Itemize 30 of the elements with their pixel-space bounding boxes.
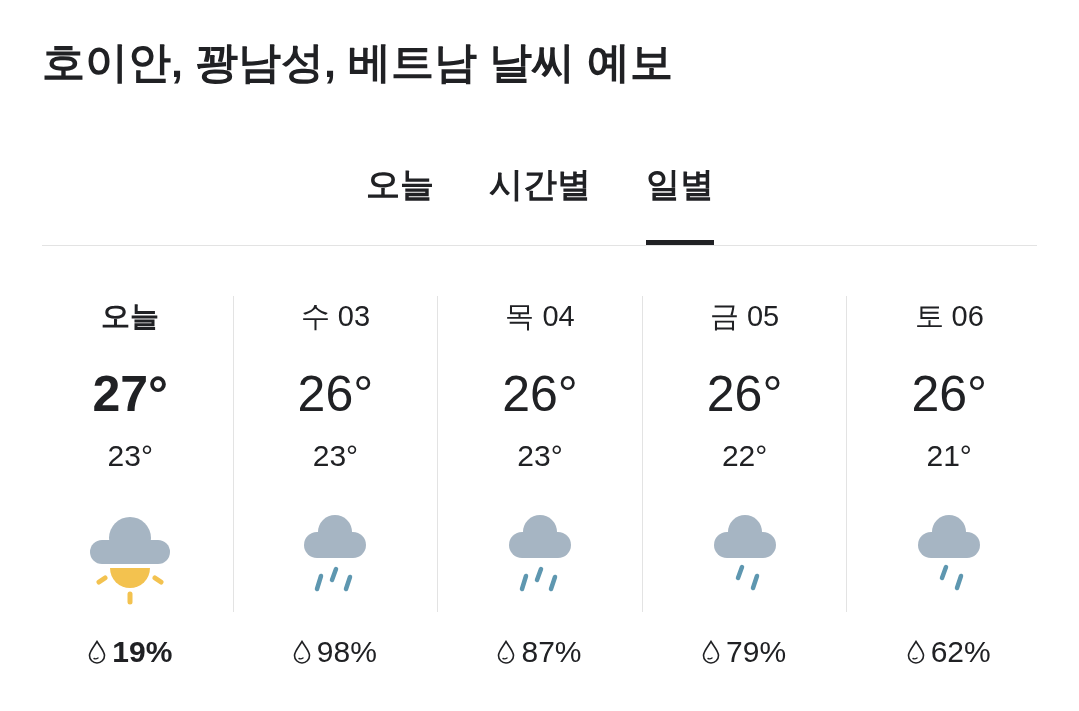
cloud-sun-icon [88,514,173,606]
raindrop-icon [88,640,107,664]
day-label: 목 04 [505,299,575,334]
low-temperature: 22° [721,438,768,474]
tab[interactable]: 일별 [645,140,714,245]
day-label: 금 05 [709,299,780,334]
raindrop-icon [497,640,516,664]
precipitation-chance: 87% [521,634,582,670]
low-temperature: 23° [517,438,563,474]
raindrop-icon [292,640,311,664]
precipitation-chance: 19% [112,634,173,670]
low-temperature: 23° [312,438,359,474]
tab[interactable]: 시간별 [488,140,591,245]
day-label: 수 03 [300,299,371,334]
precipitation-chance: 62% [930,634,991,670]
day-label: 오늘 [101,299,160,334]
page-title: 호이안, 꽝남성, 베트남 날씨 예보 [42,37,674,88]
high-temperature: 26° [502,365,578,424]
tab[interactable]: 오늘 [365,140,434,245]
day-label: 토 06 [914,299,984,334]
high-temperature: 26° [911,365,987,424]
high-temperature: 27° [92,365,169,424]
raindrop-icon [702,640,721,664]
precipitation-chance: 98% [316,634,377,670]
low-temperature: 21° [926,438,972,474]
precipitation-chance: 79% [726,634,787,670]
low-temperature: 23° [107,438,153,474]
high-temperature: 26° [706,365,783,424]
raindrop-icon [906,640,925,664]
high-temperature: 26° [297,365,374,424]
